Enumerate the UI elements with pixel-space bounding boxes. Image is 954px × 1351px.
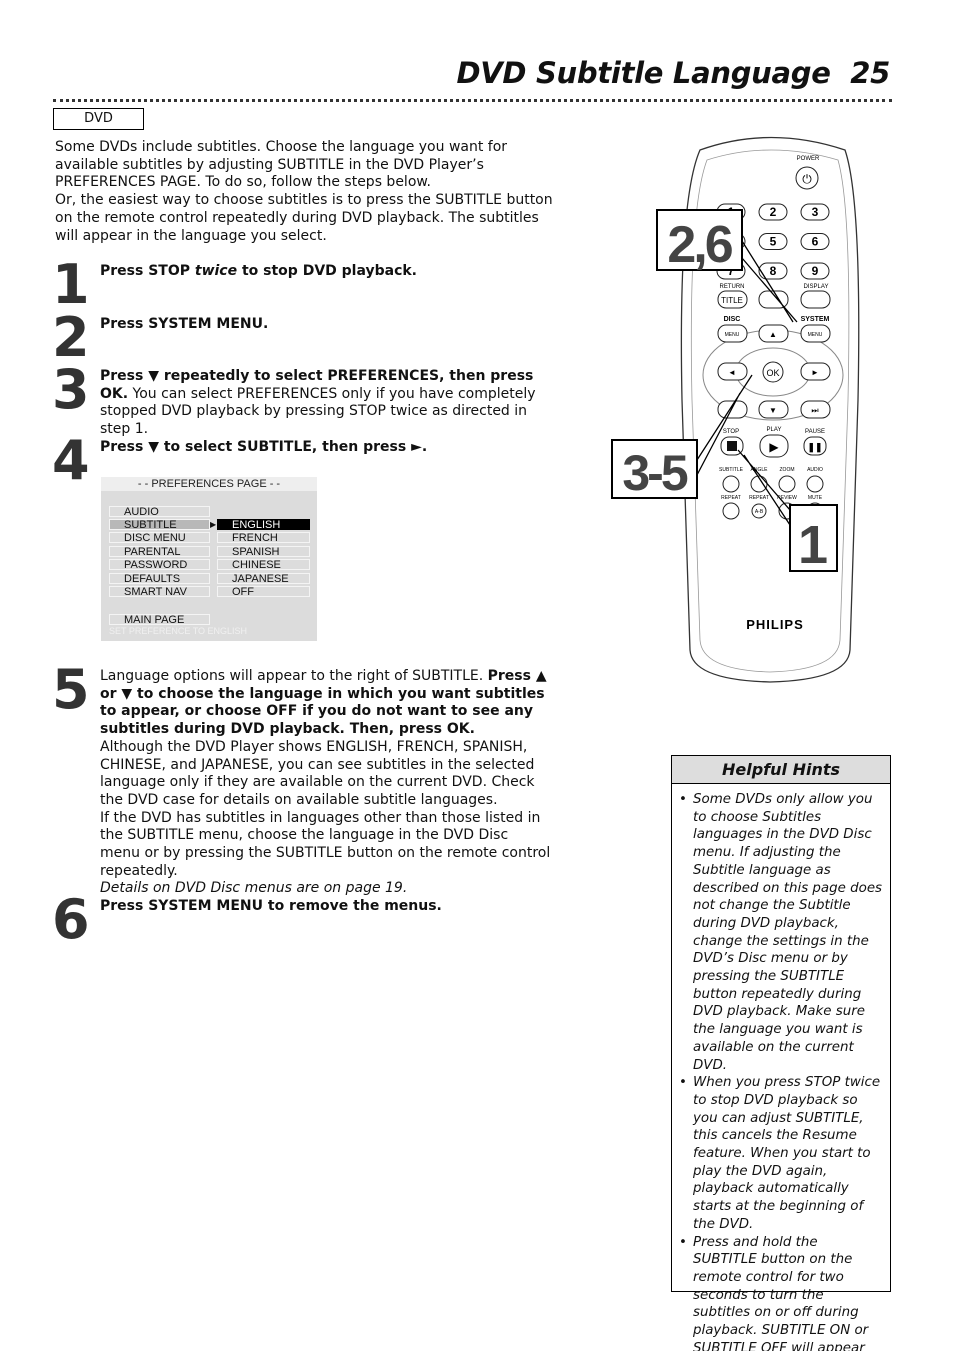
dotted-divider (53, 99, 892, 102)
svg-text:MUTE: MUTE (808, 495, 823, 501)
svg-text:MENU: MENU (725, 332, 740, 338)
svg-text:SYSTEM: SYSTEM (801, 316, 830, 323)
svg-text:ZOOM: ZOOM (780, 467, 795, 473)
digit-label: 6 (812, 235, 819, 249)
svg-text:◄: ◄ (728, 368, 736, 377)
menu-item-selected: SUBTITLE (109, 519, 210, 531)
hints-title: Helpful Hints (672, 756, 890, 784)
callout-label: 2,6 (667, 216, 732, 274)
svg-text:❚❚: ❚❚ (807, 442, 822, 453)
menu-item: DISC MENU (109, 532, 210, 544)
step-2: Press SYSTEM MENU. (100, 316, 269, 332)
digit-label: 3 (812, 205, 819, 219)
svg-text:STOP: STOP (723, 429, 739, 435)
helpful-hints-box: Helpful Hints Some DVDs only allow you t… (671, 755, 891, 1351)
intro-text: Some DVDs include subtitles. Choose the … (55, 139, 553, 244)
svg-text:⏭: ⏭ (811, 406, 818, 415)
menu-item: PASSWORD (109, 559, 210, 571)
svg-text:▲: ▲ (769, 330, 777, 339)
svg-text:MENU: MENU (808, 332, 823, 338)
menu-item: PARENTAL (109, 546, 210, 558)
preferences-menu-screen: - - PREFERENCES PAGE - - AUDIO SUBTITLE … (101, 477, 317, 641)
step-3: Press ▼ repeatedly to select PREFERENCES… (100, 368, 536, 438)
digit-label: 5 (770, 235, 777, 249)
step-number: 6 (52, 888, 90, 951)
arrow-right-icon: ▶ (210, 520, 217, 529)
main-page-item: MAIN PAGE (109, 614, 210, 626)
hint-item: When you press STOP twice to stop DVD pl… (679, 1074, 884, 1233)
step-6: Press SYSTEM MENU to remove the menus. (100, 898, 442, 914)
power-label: POWER (797, 156, 820, 162)
svg-text:REPEAT: REPEAT (749, 495, 769, 501)
option: SPANISH (217, 546, 310, 558)
svg-text:PAUSE: PAUSE (805, 429, 825, 435)
option: CHINESE (217, 559, 310, 571)
digit-label: 2 (770, 205, 777, 219)
svg-text:REPEAT: REPEAT (721, 495, 741, 501)
option: OFF (217, 586, 310, 598)
svg-text:A-B: A-B (755, 509, 764, 515)
svg-text:OK: OK (766, 368, 779, 378)
philips-logo: PHILIPS (746, 617, 804, 632)
svg-text:▼: ▼ (769, 406, 777, 415)
digit-label: 8 (770, 264, 777, 278)
status-text: SET PREFERENCE TO ENGLISH (109, 626, 248, 636)
callout-label: 3-5 (622, 445, 687, 501)
svg-text:RETURN: RETURN (720, 284, 745, 290)
step-number: 3 (52, 358, 90, 421)
remote-control-illustration: POWER ⏻ 123456789 RETURN DISPLAY TITLE D… (611, 136, 860, 683)
svg-text:TITLE: TITLE (721, 296, 743, 305)
dvd-tag: DVD (53, 108, 144, 130)
digit-label: 9 (812, 264, 819, 278)
option: FRENCH (217, 532, 310, 544)
svg-text:►: ► (811, 368, 819, 377)
hint-item: Some DVDs only allow you to choose Subti… (679, 791, 884, 1074)
menu-item: SMART NAV (109, 586, 210, 598)
step-number: 2 (52, 306, 90, 369)
step-number: 1 (52, 253, 90, 316)
callout-label: 1 (798, 515, 828, 575)
svg-text:▶: ▶ (769, 440, 779, 454)
svg-text:PLAY: PLAY (767, 427, 782, 433)
page-title: DVD Subtitle Language 25 (456, 56, 890, 90)
svg-text:SUBTITLE: SUBTITLE (719, 467, 744, 473)
svg-text:DISPLAY: DISPLAY (804, 284, 829, 290)
svg-text:AUDIO: AUDIO (807, 467, 823, 473)
step-number: 4 (52, 429, 90, 492)
hint-item: Press and hold the SUBTITLE button on th… (679, 1234, 884, 1351)
option-highlighted: ENGLISH (217, 519, 310, 531)
power-icon: ⏻ (802, 172, 812, 186)
step-number: 5 (52, 658, 90, 721)
option: JAPANESE (217, 573, 310, 585)
step-1: Press STOP twice to stop DVD playback. (100, 263, 418, 279)
manual-page: DVD Subtitle Language 25 DVD Some DVDs i… (0, 0, 954, 1351)
step-5: Language options will appear to the righ… (100, 668, 551, 897)
menu-item: DEFAULTS (109, 573, 210, 585)
menu-item: AUDIO (109, 506, 210, 518)
svg-text:DISC: DISC (724, 316, 741, 323)
step-4: Press ▼ to select SUBTITLE, then press ►… (100, 439, 428, 455)
